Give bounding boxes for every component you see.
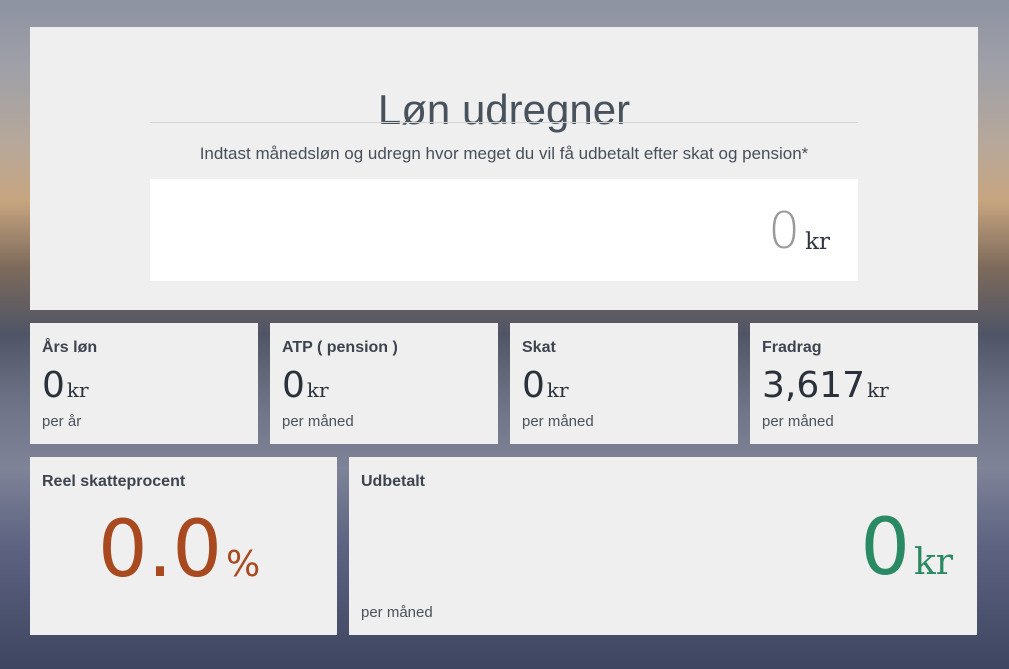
tax-value: 0 kr bbox=[522, 365, 569, 406]
title-divider bbox=[150, 122, 858, 123]
deduction-card: Fradrag 3,617 kr per måned bbox=[750, 323, 978, 444]
atp-pension-unit: kr bbox=[306, 378, 329, 402]
payout-unit: kr bbox=[913, 542, 953, 583]
yearly-salary-label: Års løn bbox=[42, 339, 98, 356]
yearly-salary-number: 0 bbox=[42, 365, 65, 406]
salary-unit: kr bbox=[805, 229, 830, 255]
salary-input-box: kr bbox=[150, 179, 858, 281]
deduction-number: 3,617 bbox=[762, 365, 866, 406]
yearly-salary-unit: kr bbox=[66, 378, 89, 402]
tax-card: Skat 0 kr per måned bbox=[510, 323, 738, 444]
tax-rate-label: Reel skatteprocent bbox=[42, 473, 186, 490]
page-title: Løn udregner bbox=[377, 86, 631, 133]
effective-tax-rate-card: Reel skatteprocent 0.0% bbox=[30, 457, 337, 635]
monthly-salary-input[interactable] bbox=[400, 201, 800, 261]
deduction-value: 3,617 kr bbox=[762, 365, 889, 406]
atp-pension-value: 0 kr bbox=[282, 365, 329, 406]
deduction-label: Fradrag bbox=[762, 339, 822, 356]
tax-rate-number: 0.0 bbox=[98, 505, 223, 595]
atp-pension-number: 0 bbox=[282, 365, 305, 406]
payout-label: Udbetalt bbox=[361, 473, 425, 490]
tax-label: Skat bbox=[522, 339, 556, 356]
payout-card: Udbetalt 0 kr per måned bbox=[349, 457, 977, 635]
yearly-salary-period: per år bbox=[42, 413, 82, 430]
atp-pension-period: per måned bbox=[282, 413, 354, 430]
payout-value: 0 kr bbox=[860, 503, 953, 593]
deduction-period: per måned bbox=[762, 413, 834, 430]
tax-unit: kr bbox=[546, 378, 569, 402]
yearly-salary-card: Års løn 0 kr per år bbox=[30, 323, 258, 444]
payout-number: 0 bbox=[860, 503, 910, 593]
tax-period: per måned bbox=[522, 413, 594, 430]
tax-number: 0 bbox=[522, 365, 545, 406]
atp-pension-card: ATP ( pension ) 0 kr per måned bbox=[270, 323, 498, 444]
calculator-header-card: Løn udregner Indtast månedsløn og udregn… bbox=[30, 27, 978, 310]
deduction-unit: kr bbox=[867, 378, 889, 402]
tax-rate-unit: % bbox=[226, 544, 261, 585]
tax-rate-value: 0.0% bbox=[98, 505, 260, 595]
payout-period: per måned bbox=[361, 604, 433, 621]
yearly-salary-value: 0 kr bbox=[42, 365, 89, 406]
atp-pension-label: ATP ( pension ) bbox=[282, 339, 398, 356]
instruction-text: Indtast månedsløn og udregn hvor meget d… bbox=[199, 144, 809, 163]
